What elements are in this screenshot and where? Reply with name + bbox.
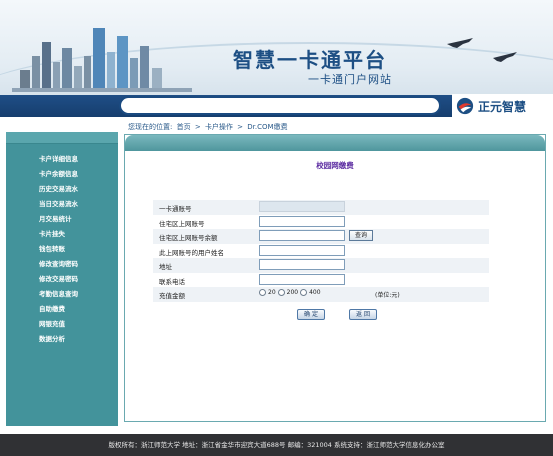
brand-name: 正元智慧 bbox=[478, 99, 527, 114]
header-banner: 智慧一卡通平台 一卡通门户网站 bbox=[0, 0, 553, 96]
sidebar-item[interactable]: 月交易统计 bbox=[6, 212, 118, 227]
sidebar-item[interactable]: 网银充值 bbox=[6, 317, 118, 332]
platform-title: 智慧一卡通平台 bbox=[233, 48, 387, 72]
breadcrumb-separator: > bbox=[194, 123, 201, 131]
footer: 版权所有：浙江师范大学 地址：浙江省金华市迎宾大道688号 邮编：321004 … bbox=[0, 434, 553, 456]
amount-radio-group: 20 200 400 bbox=[259, 289, 321, 296]
field-label: 地址 bbox=[159, 263, 172, 271]
sidebar-item[interactable]: 卡片挂失 bbox=[6, 227, 118, 242]
net-account-input[interactable] bbox=[259, 215, 345, 227]
form-row-net-balance: 住宅区上网账号余额 查询 bbox=[153, 229, 489, 244]
sidebar-item[interactable]: 修改交易密码 bbox=[6, 272, 118, 287]
brand-logo-icon bbox=[456, 97, 474, 115]
amount-unit: (单位:元) bbox=[375, 292, 400, 299]
amount-option-label: 400 bbox=[309, 289, 321, 296]
payment-form: 一卡通账号 住宅区上网账号 住宅区上网账号余额 查询 此上网账号的用户姓名 地址… bbox=[153, 200, 489, 302]
form-row-net-account: 住宅区上网账号 bbox=[153, 215, 489, 230]
brand-logo: 正元智慧 bbox=[452, 94, 553, 118]
confirm-button[interactable]: 确 定 bbox=[297, 309, 325, 320]
breadcrumb-prefix: 您现在的位置: bbox=[128, 123, 173, 131]
form-row-address: 地址 bbox=[153, 258, 489, 273]
portal-subtitle: 一卡通门户网站 bbox=[308, 73, 392, 86]
search-input[interactable] bbox=[119, 96, 441, 115]
sidebar-item[interactable]: 考勤信息查询 bbox=[6, 287, 118, 302]
amount-radio-20[interactable] bbox=[259, 289, 266, 296]
panel-header bbox=[125, 135, 545, 151]
sidebar-item[interactable]: 卡户详细信息 bbox=[6, 152, 118, 167]
sidebar-header bbox=[6, 132, 118, 144]
field-label: 此上网账号的用户姓名 bbox=[159, 248, 224, 257]
breadcrumb-item-home[interactable]: 首页 bbox=[177, 123, 191, 131]
sidebar-item[interactable]: 卡户余额信息 bbox=[6, 167, 118, 182]
card-account-field bbox=[259, 201, 345, 212]
form-row-user-name: 此上网账号的用户姓名 bbox=[153, 244, 489, 259]
amount-option-label: 200 bbox=[286, 289, 299, 296]
breadcrumb-item-account[interactable]: 卡户操作 bbox=[205, 123, 233, 131]
sidebar-item[interactable]: 当日交易流水 bbox=[6, 197, 118, 212]
field-label: 住宅区上网账号 bbox=[159, 219, 205, 228]
payment-panel: 校园网缴费 一卡通账号 住宅区上网账号 住宅区上网账号余额 查询 此上网账号的用… bbox=[124, 134, 546, 422]
amount-radio-400[interactable] bbox=[300, 289, 308, 296]
airplane-icon bbox=[447, 38, 517, 62]
sidebar-item[interactable]: 自助缴费 bbox=[6, 302, 118, 317]
net-balance-field[interactable] bbox=[259, 230, 345, 241]
back-button[interactable]: 返 回 bbox=[349, 309, 377, 320]
sidebar: 卡户详细信息 卡户余额信息 历史交易流水 当日交易流水 月交易统计 卡片挂失 钱… bbox=[6, 132, 118, 426]
breadcrumb-item-current: Dr.COM缴费 bbox=[247, 123, 288, 131]
amount-option-label: 20 bbox=[268, 289, 276, 296]
field-label: 充值金额 bbox=[159, 292, 185, 300]
breadcrumb-separator: > bbox=[237, 123, 244, 131]
form-row-phone: 联系电话 bbox=[153, 273, 489, 288]
phone-input[interactable] bbox=[259, 273, 345, 285]
form-row-card-account: 一卡通账号 bbox=[153, 200, 489, 215]
panel-title: 校园网缴费 bbox=[316, 161, 354, 170]
sidebar-item[interactable]: 修改查询密码 bbox=[6, 257, 118, 272]
user-name-input[interactable] bbox=[259, 244, 345, 256]
field-label: 一卡通账号 bbox=[159, 205, 192, 213]
field-label: 住宅区上网账号余额 bbox=[159, 234, 218, 242]
query-button[interactable]: 查询 bbox=[349, 230, 373, 241]
field-label: 联系电话 bbox=[159, 277, 185, 286]
city-skyline-image bbox=[12, 28, 192, 92]
address-input[interactable] bbox=[259, 259, 345, 270]
breadcrumb: 您现在的位置: 首页 > 卡户操作 > Dr.COM缴费 bbox=[128, 122, 290, 132]
sidebar-item[interactable]: 历史交易流水 bbox=[6, 182, 118, 197]
amount-radio-200[interactable] bbox=[277, 289, 285, 296]
sidebar-item[interactable]: 钱包转账 bbox=[6, 242, 118, 257]
form-row-amount: 充值金额 20 200 400 (单位:元) bbox=[153, 287, 489, 302]
sidebar-item[interactable]: 数据分析 bbox=[6, 332, 118, 347]
sidebar-nav: 卡户详细信息 卡户余额信息 历史交易流水 当日交易流水 月交易统计 卡片挂失 钱… bbox=[6, 144, 118, 347]
